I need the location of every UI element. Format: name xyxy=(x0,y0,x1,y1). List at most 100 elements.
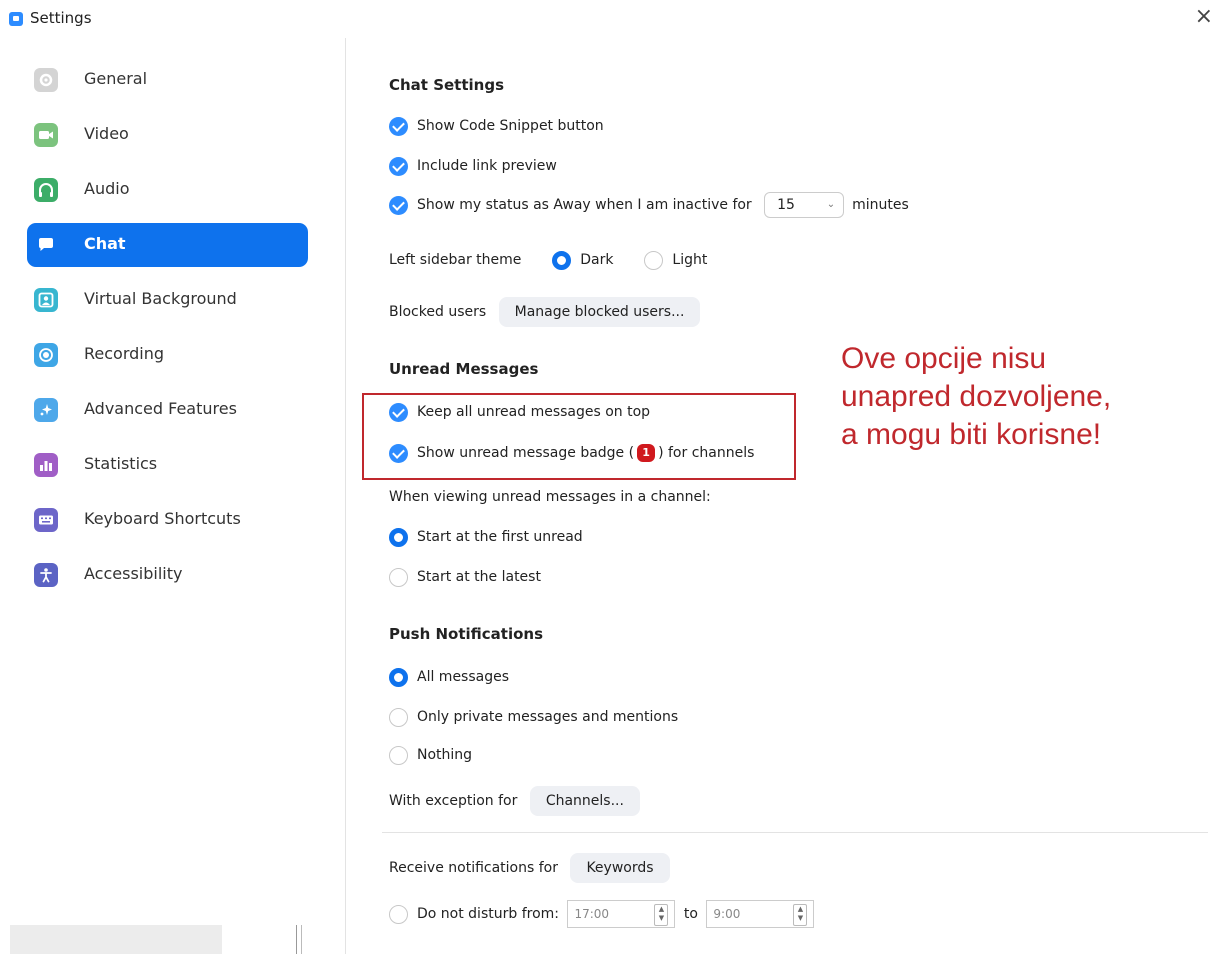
divider xyxy=(296,925,302,954)
checkbox-checked[interactable] xyxy=(389,195,408,215)
checkbox-checked[interactable] xyxy=(389,402,408,422)
sidebar-item-virtual-background[interactable]: Virtual Background xyxy=(27,278,308,322)
include-link-preview-option[interactable]: Include link preview xyxy=(389,154,557,178)
start-first-unread-option[interactable]: Start at the first unread xyxy=(389,525,583,549)
section-divider xyxy=(382,832,1208,833)
channels-button[interactable]: Channels... xyxy=(529,786,640,816)
sidebar-item-video[interactable]: Video xyxy=(27,113,308,157)
radio-label: Only private messages and mentions xyxy=(417,709,679,725)
checkbox-checked[interactable] xyxy=(389,443,408,463)
sidebar-item-label: Chat xyxy=(84,234,126,253)
sidebar-theme-row: Left sidebar theme Dark Light xyxy=(389,248,707,272)
radio-selected[interactable] xyxy=(389,667,408,687)
receive-label: Receive notifications for xyxy=(389,860,558,876)
exception-label: With exception for xyxy=(389,793,518,809)
time-value: 17:00 xyxy=(574,907,610,921)
accessibility-icon xyxy=(34,563,58,587)
option-label: Show unread message badge ( xyxy=(417,445,635,461)
away-status-option[interactable]: Show my status as Away when I am inactiv… xyxy=(389,192,909,218)
zoom-app-icon xyxy=(9,12,23,26)
dnd-to-time-input[interactable]: 9:00 ▲ ▼ xyxy=(706,900,815,928)
sidebar-item-chat[interactable]: Chat xyxy=(27,223,308,267)
radio-selected[interactable] xyxy=(389,527,408,547)
sidebar-item-keyboard-shortcuts[interactable]: Keyboard Shortcuts xyxy=(27,498,308,542)
keywords-button[interactable]: Keywords xyxy=(570,853,670,883)
annotation-line: a mogu biti korisne! xyxy=(841,418,1102,451)
show-code-snippet-option[interactable]: Show Code Snippet button xyxy=(389,114,604,138)
sidebar-item-label: Accessibility xyxy=(84,564,183,583)
window-title: Settings xyxy=(30,9,92,27)
keyboard-icon xyxy=(34,508,58,532)
minutes-select[interactable]: 15 ⌄ xyxy=(764,192,845,218)
dnd-from-time-input[interactable]: 17:00 ▲ ▼ xyxy=(567,900,676,928)
option-label: Keep all unread messages on top xyxy=(417,404,651,420)
checkbox-checked[interactable] xyxy=(389,116,408,136)
option-label: Include link preview xyxy=(417,158,557,174)
spinner-icon[interactable]: ▲ ▼ xyxy=(793,904,808,926)
option-label: Show my status as Away when I am inactiv… xyxy=(417,197,752,213)
manage-blocked-users-button[interactable]: Manage blocked users... xyxy=(498,297,701,327)
close-icon[interactable]: × xyxy=(1195,6,1213,28)
spinner-icon[interactable]: ▲ ▼ xyxy=(654,904,669,926)
exception-row: With exception for Channels... xyxy=(389,786,640,816)
settings-sidebar: General Video Audio Chat Virtual Backgro… xyxy=(0,38,346,954)
radio-label: Dark xyxy=(580,252,614,268)
chat-bubble-icon xyxy=(34,233,58,257)
annotation-line: Ove opcije nisu xyxy=(841,342,1047,375)
chevron-down-icon: ⌄ xyxy=(826,199,836,210)
sparkle-icon xyxy=(34,398,58,422)
option-label: Show Code Snippet button xyxy=(417,118,604,134)
radio-unselected[interactable] xyxy=(389,567,408,587)
start-latest-option[interactable]: Start at the latest xyxy=(389,565,541,589)
sidebar-item-audio[interactable]: Audio xyxy=(27,168,308,212)
sidebar-item-label: Statistics xyxy=(84,454,158,473)
sidebar-item-general[interactable]: General xyxy=(27,58,308,102)
push-nothing-option[interactable]: Nothing xyxy=(389,743,472,767)
sidebar-item-label: Virtual Background xyxy=(84,289,237,308)
radio-light[interactable] xyxy=(644,250,664,270)
sidebar-item-label: Advanced Features xyxy=(84,399,237,418)
do-not-disturb-row[interactable]: Do not disturb from: 17:00 ▲ ▼ to 9:00 ▲ ▼ xyxy=(389,900,818,928)
radio-label: Start at the latest xyxy=(417,569,541,585)
bar-chart-icon xyxy=(34,453,58,477)
radio-unselected[interactable] xyxy=(389,707,408,727)
push-all-messages-option[interactable]: All messages xyxy=(389,665,509,689)
radio-dark[interactable] xyxy=(552,250,572,270)
sidebar-item-label: General xyxy=(84,69,148,88)
minutes-suffix: minutes xyxy=(852,197,909,213)
keep-unread-on-top-option[interactable]: Keep all unread messages on top xyxy=(389,400,650,424)
sidebar-item-statistics[interactable]: Statistics xyxy=(27,443,308,487)
minutes-value: 15 xyxy=(777,197,795,213)
person-background-icon xyxy=(34,288,58,312)
sidebar-item-label: Keyboard Shortcuts xyxy=(84,509,241,528)
sidebar-item-label: Audio xyxy=(84,179,130,198)
chat-settings-panel: Chat Settings Show Code Snippet button I… xyxy=(346,38,1219,954)
headphones-icon xyxy=(34,178,58,202)
gear-icon xyxy=(34,68,58,92)
checkbox-unchecked[interactable] xyxy=(389,904,408,924)
blocked-users-row: Blocked users Manage blocked users... xyxy=(389,297,701,327)
receive-notifications-row: Receive notifications for Keywords xyxy=(389,853,670,883)
section-heading-chat-settings: Chat Settings xyxy=(389,76,505,94)
radio-label: Light xyxy=(672,252,708,268)
sidebar-item-accessibility[interactable]: Accessibility xyxy=(27,553,308,597)
section-heading-push-notifications: Push Notifications xyxy=(389,625,544,643)
sidebar-item-advanced-features[interactable]: Advanced Features xyxy=(27,388,308,432)
theme-label: Left sidebar theme xyxy=(389,252,522,268)
title-bar: Settings × xyxy=(0,0,1219,38)
radio-unselected[interactable] xyxy=(389,745,408,765)
dnd-to-label: to xyxy=(683,906,698,922)
sidebar-item-label: Video xyxy=(84,124,129,143)
checkbox-checked[interactable] xyxy=(389,156,408,176)
record-icon xyxy=(34,343,58,367)
sidebar-item-label: Recording xyxy=(84,344,165,363)
radio-label: Start at the first unread xyxy=(417,529,583,545)
annotation-line: unapred dozvoljene, xyxy=(841,380,1112,413)
sidebar-item-recording[interactable]: Recording xyxy=(27,333,308,377)
push-private-mentions-option[interactable]: Only private messages and mentions xyxy=(389,705,678,729)
unread-badge: 1 xyxy=(637,444,656,462)
time-value: 9:00 xyxy=(713,907,741,921)
blocked-users-label: Blocked users xyxy=(389,304,487,320)
unread-badge-option[interactable]: Show unread message badge (1) for channe… xyxy=(389,441,754,465)
option-label: ) for channels xyxy=(658,445,755,461)
